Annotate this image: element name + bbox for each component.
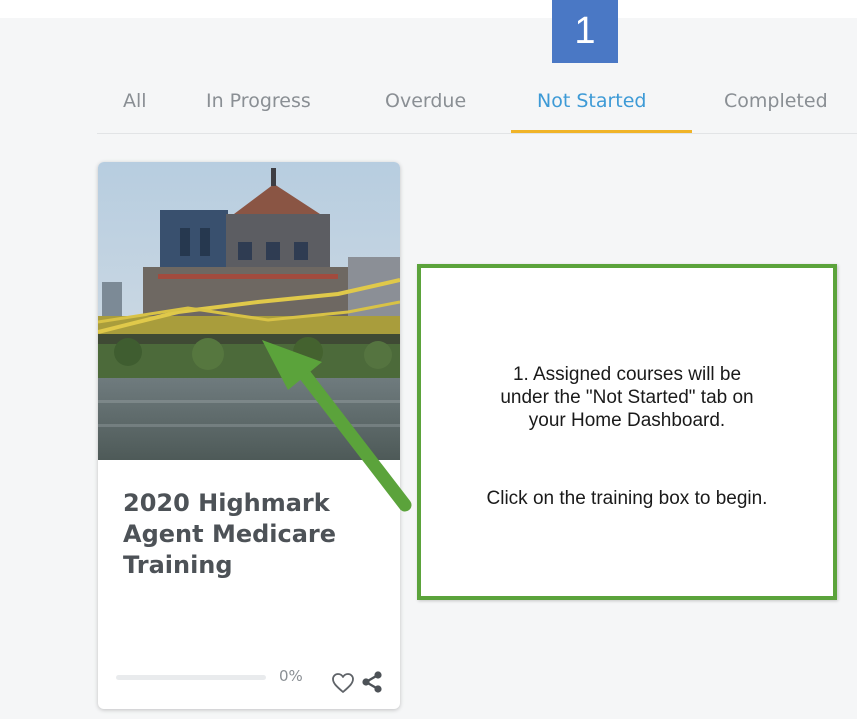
callout-line-4: Click on the training box to begin. [486,488,768,509]
course-filter-tabs: All In Progress Overdue Not Started Comp… [0,84,857,134]
callout-text-block-1: 1. Assigned courses will be under the "N… [421,363,833,432]
course-title-line-1: 2020 Highmark [123,489,330,517]
course-progress-bar [116,675,266,680]
callout-text-block-2: Click on the training box to begin. [421,487,833,510]
course-card[interactable]: 2020 Highmark Agent Medicare Training 0% [98,162,400,709]
callout-line-1: 1. Assigned courses will be [512,364,742,385]
instruction-callout: 1. Assigned courses will be under the "N… [417,264,837,600]
share-icon[interactable] [360,670,384,694]
active-tab-indicator [511,130,692,133]
tabs-divider [97,133,857,134]
course-title-line-2: Agent Medicare [123,520,337,548]
callout-line-2: under the "Not Started" tab on [500,387,754,408]
course-title: 2020 Highmark Agent Medicare Training [123,488,373,581]
top-strip [0,0,857,18]
course-title-line-3: Training [123,551,233,579]
step-number-badge: 1 [552,0,618,63]
callout-line-3: your Home Dashboard. [528,410,726,431]
course-thumbnail-image [98,162,400,460]
tab-overdue[interactable]: Overdue [385,84,466,134]
tab-in-progress[interactable]: In Progress [206,84,311,134]
heart-outline-icon[interactable] [331,672,355,694]
tab-all[interactable]: All [123,84,147,134]
course-progress-text: 0% [279,667,303,685]
tab-not-started[interactable]: Not Started [537,84,647,134]
tab-completed[interactable]: Completed [724,84,828,134]
